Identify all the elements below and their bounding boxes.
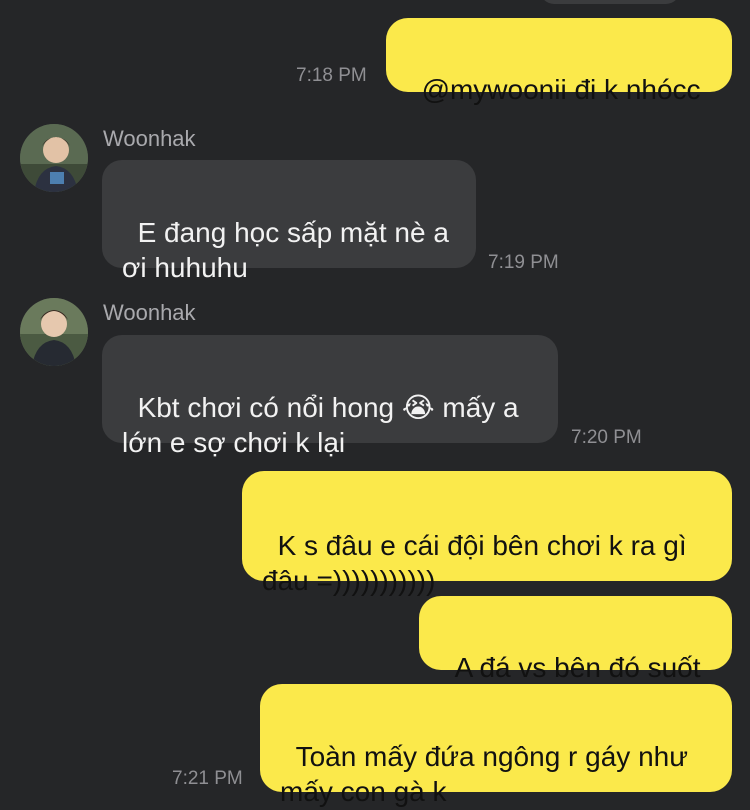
avatar[interactable] bbox=[20, 124, 88, 192]
previous-message-bubble[interactable] bbox=[540, 0, 680, 4]
outgoing-message-bubble[interactable]: K s đâu e cái đội bên chơi k ra gì đâu =… bbox=[242, 471, 732, 596]
message-timestamp: 7:19 PM bbox=[488, 252, 559, 273]
incoming-message-bubble[interactable]: Kbt chơi có nổi hong 😭 mấy a lớn e sợ ch… bbox=[102, 335, 558, 458]
message-text: Kbt chơi có nổi hong 😭 mấy a lớn e sợ ch… bbox=[122, 392, 519, 458]
sender-name: Woonhak bbox=[103, 300, 196, 325]
message-timestamp: 7:21 PM bbox=[172, 768, 243, 789]
message-timestamp: 7:20 PM bbox=[571, 427, 642, 448]
profile-photo-icon bbox=[20, 124, 88, 192]
outgoing-message-bubble[interactable]: A đá vs bên đó suốt bbox=[419, 596, 732, 683]
sender-name: Woonhak bbox=[103, 126, 196, 151]
message-text: @mywoonii đi k nhócc bbox=[421, 74, 701, 105]
message-text: Toàn mấy đứa ngông r gáy như mấy con gà … bbox=[280, 741, 688, 807]
avatar[interactable] bbox=[20, 298, 88, 366]
incoming-message-bubble[interactable]: E đang học sấp mặt nè a ơi huhuhu bbox=[102, 160, 476, 283]
message-text: A đá vs bên đó suốt bbox=[454, 652, 701, 683]
outgoing-message-bubble[interactable]: Toàn mấy đứa ngông r gáy như mấy con gà … bbox=[260, 684, 732, 807]
outgoing-message-bubble[interactable]: @mywoonii đi k nhócc bbox=[386, 18, 732, 105]
message-text: K s đâu e cái đội bên chơi k ra gì đâu =… bbox=[262, 530, 687, 596]
message-timestamp: 7:18 PM bbox=[296, 65, 367, 86]
message-text: E đang học sấp mặt nè a ơi huhuhu bbox=[122, 217, 449, 283]
profile-photo-icon bbox=[20, 298, 88, 366]
